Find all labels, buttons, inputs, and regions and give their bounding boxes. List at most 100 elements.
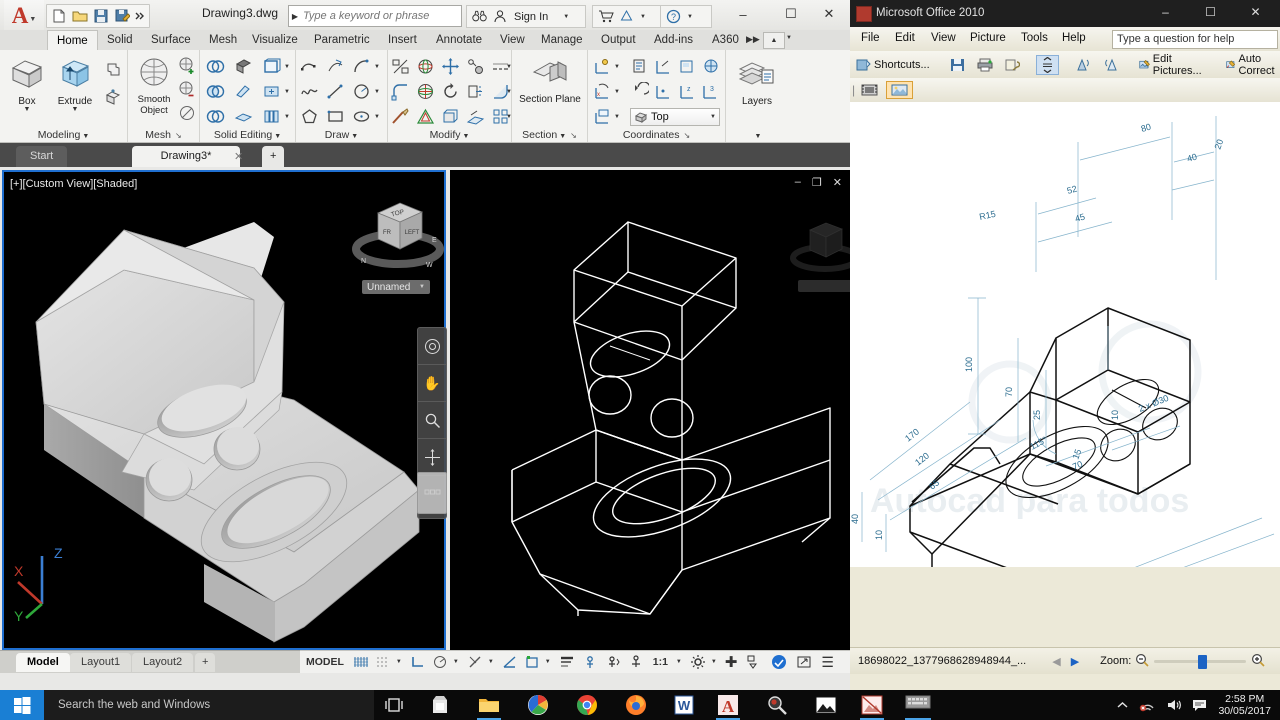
- search-dropdown-icon[interactable]: ▶: [289, 12, 301, 21]
- snap-dropdown-icon[interactable]: ▼: [396, 659, 402, 665]
- subtract-icon[interactable]: [206, 82, 225, 101]
- zoom-out-button[interactable]: [1135, 653, 1149, 670]
- help-icon[interactable]: ?: [666, 9, 682, 25]
- shortcuts-button[interactable]: Shortcuts...: [852, 57, 934, 73]
- snap-icon[interactable]: [375, 654, 391, 670]
- ucs-dropdown-icon[interactable]: ▼: [614, 64, 620, 70]
- ribbon-tab-manage[interactable]: Manage: [532, 30, 592, 50]
- polar-icon[interactable]: [432, 654, 448, 670]
- 3dmirror-icon[interactable]: [466, 82, 485, 101]
- ribbon-panel-label-modeling[interactable]: Modeling ▼: [0, 129, 127, 141]
- menu-view[interactable]: View: [924, 31, 963, 45]
- transparency-icon[interactable]: [584, 654, 600, 670]
- solid-history-icon[interactable]: [104, 88, 123, 107]
- ribbon-tab-a360[interactable]: A360: [703, 30, 748, 50]
- file-tab-close-icon[interactable]: ✕: [234, 150, 243, 163]
- office-help-box[interactable]: Type a question for help: [1112, 30, 1278, 49]
- cart-icon[interactable]: [598, 9, 614, 25]
- 3drotate-icon[interactable]: [416, 57, 435, 76]
- ucs-face-icon[interactable]: [678, 57, 697, 76]
- viewcube[interactable]: TOP FR LEFT N E W: [352, 187, 444, 279]
- isodraft-icon[interactable]: [467, 654, 483, 670]
- layout-tab-layout2[interactable]: Layout2: [132, 653, 194, 672]
- taskbar-file-explorer[interactable]: [477, 693, 501, 717]
- application-menu-button[interactable]: A ▼: [4, 0, 44, 30]
- ribbon-tab-insert[interactable]: Insert: [379, 30, 426, 50]
- orbit-icon[interactable]: [418, 439, 446, 476]
- polygon-icon[interactable]: [300, 107, 319, 126]
- ribbon-panel-label-draw[interactable]: Draw ▼: [296, 129, 387, 141]
- share-dropdown-icon[interactable]: ▼: [640, 14, 646, 20]
- start-button[interactable]: [0, 690, 44, 720]
- ortho-icon[interactable]: [410, 654, 426, 670]
- extrude-tool-button[interactable]: Extrude ▼: [52, 56, 98, 113]
- ribbon-panel-label-modify[interactable]: Modify ▼: [388, 129, 511, 141]
- ucs-named-icon[interactable]: [593, 107, 612, 126]
- new-layout-button[interactable]: +: [195, 653, 216, 672]
- next-picture-button[interactable]: ▶: [1071, 655, 1079, 668]
- annotation-scale-dropdown-icon[interactable]: ▼: [676, 659, 682, 665]
- file-tab-drawing3[interactable]: Drawing3*: [132, 146, 240, 167]
- open-folder-icon[interactable]: [72, 8, 88, 24]
- fillet-edge-icon[interactable]: [391, 82, 410, 101]
- ucs-view-icon[interactable]: [701, 57, 720, 76]
- ucs-previous-icon[interactable]: [630, 81, 651, 101]
- minimize-button[interactable]: –: [720, 0, 766, 28]
- save-icon[interactable]: [93, 8, 109, 24]
- ribbon-panel-label-coordinates[interactable]: Coordinates ↘: [588, 129, 725, 141]
- menu-file[interactable]: File: [854, 31, 887, 45]
- close-button[interactable]: ✕: [806, 0, 850, 28]
- annotation-monitor-icon[interactable]: [628, 654, 644, 670]
- ucs-z-icon[interactable]: z: [678, 82, 697, 101]
- imprint-icon[interactable]: [262, 82, 281, 101]
- new-drawing-tab-button[interactable]: +: [262, 146, 285, 167]
- filmstrip-view-icon[interactable]: [857, 82, 882, 98]
- ucs-origin-icon[interactable]: [654, 57, 673, 76]
- ribbon-panel-label-layers[interactable]: ▼: [726, 129, 788, 141]
- prev-picture-button[interactable]: ◀: [1052, 655, 1060, 668]
- mesh-refine-add-icon[interactable]: [178, 56, 197, 75]
- chevron-down-icon[interactable]: ▼: [419, 284, 425, 290]
- 3dalign-icon[interactable]: [466, 57, 485, 76]
- graphics-performance-icon[interactable]: [771, 654, 787, 670]
- picture-area[interactable]: .dim { stroke:#86b4cc; stroke-width:0.7;…: [850, 102, 1280, 567]
- thicken-icon[interactable]: [441, 107, 460, 126]
- solid-editing-dropdown-2-icon[interactable]: ▼: [284, 89, 290, 95]
- 3dpolyline-icon[interactable]: [326, 57, 345, 76]
- isodraft-dropdown-icon[interactable]: ▼: [488, 659, 494, 665]
- signin-dropdown-icon[interactable]: ▼: [563, 14, 569, 20]
- taskbar-photo-viewer[interactable]: [814, 693, 838, 717]
- offset-faces-icon[interactable]: [234, 107, 253, 126]
- fullscreen-icon[interactable]: [796, 654, 812, 670]
- show-hidden-icons-button[interactable]: [1116, 699, 1129, 712]
- office-maximize-button[interactable]: ☐: [1188, 0, 1233, 24]
- taskbar-app-store[interactable]: [428, 693, 452, 717]
- dynamic-ucs-dropdown-icon[interactable]: ▼: [545, 659, 551, 665]
- isolate-objects-icon[interactable]: [746, 654, 762, 670]
- viewport-left-shaded[interactable]: [+][Custom View][Shaded] TOP FR LEFT N E…: [2, 170, 447, 650]
- ucs-named-dropdown-icon[interactable]: ▼: [614, 114, 620, 120]
- taskbar-autocad[interactable]: A: [716, 693, 740, 717]
- ribbon-overflow-icon[interactable]: ▶▶: [746, 34, 760, 45]
- status-space-label[interactable]: MODEL: [300, 656, 350, 668]
- dynamic-ucs-icon[interactable]: [524, 654, 540, 670]
- office-attach-icon[interactable]: [1001, 57, 1024, 73]
- file-tab-start[interactable]: Start: [16, 146, 68, 167]
- rotate-icon[interactable]: [441, 82, 460, 101]
- taskbar-magnifier[interactable]: [765, 693, 789, 717]
- ucs-3point-icon[interactable]: 3: [701, 82, 720, 101]
- ribbon-tab-solid[interactable]: Solid: [98, 30, 142, 50]
- lineweight-icon[interactable]: [559, 654, 575, 670]
- binoculars-icon[interactable]: [472, 9, 488, 25]
- ucs-x-icon[interactable]: x: [593, 82, 612, 101]
- office-save-icon[interactable]: [946, 57, 969, 73]
- volume-icon[interactable]: [1166, 698, 1182, 712]
- selection-cycling-icon[interactable]: [606, 654, 622, 670]
- ribbon-panel-label-solid-editing[interactable]: Solid Editing ▼: [200, 129, 295, 141]
- ribbon-panel-label-section[interactable]: Section ▼ ↘: [512, 129, 587, 141]
- ribbon-panel-label-mesh[interactable]: Mesh ↘: [128, 129, 199, 141]
- smooth-object-button[interactable]: Smooth Object: [130, 56, 178, 116]
- otrack-icon[interactable]: [502, 654, 518, 670]
- ribbon-tab-annotate[interactable]: Annotate: [427, 30, 491, 50]
- grid-icon[interactable]: [353, 654, 369, 670]
